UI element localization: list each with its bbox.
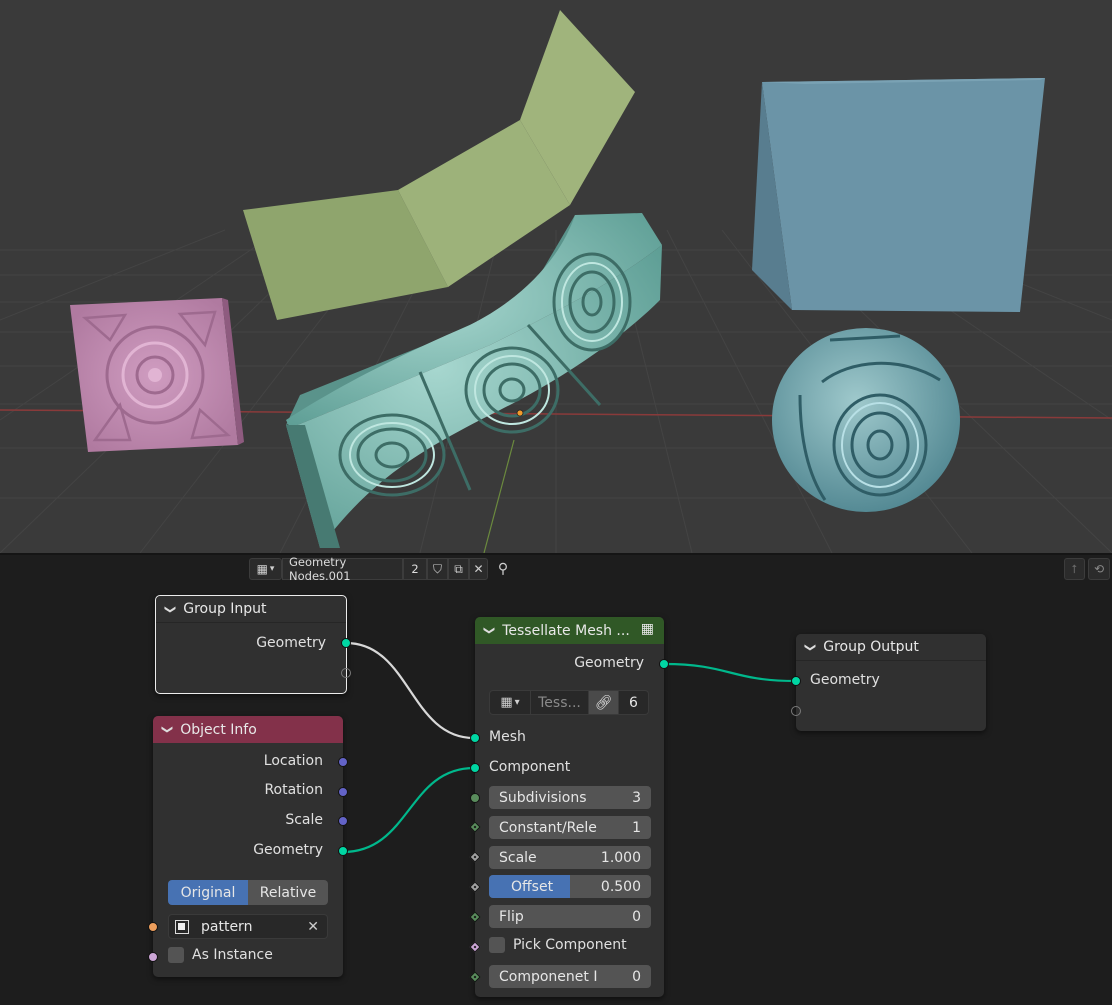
link-icon: 🔗︎ (594, 694, 613, 711)
node-editor[interactable]: ▦ ▾ Geometry Nodes.001 2 ⛉ ⧉ ✕ ⚲ ⭡ ⟲ ❯ Gr… (0, 555, 1112, 1005)
object-info-node[interactable]: ❯ Object Info Location Rotation Scale Ge… (148, 716, 348, 977)
socket-label: Rotation (264, 782, 323, 798)
3d-viewport[interactable] (0, 0, 1112, 553)
socket-label: Geometry (810, 672, 880, 688)
unlink-button[interactable]: ✕ (469, 558, 488, 580)
offset-slider[interactable]: Offset 0.500 (489, 875, 651, 898)
link-group-input-to-mesh (345, 641, 475, 740)
clear-object-icon[interactable]: ✕ (307, 919, 319, 935)
object-info-header[interactable]: ❯ Object Info (153, 716, 343, 743)
transform-original-button[interactable]: Original (168, 880, 248, 905)
node-group-selector[interactable]: ▦ ▾ Tess... 🔗︎ 6 (489, 690, 651, 715)
scale-field[interactable]: Scale 1.000 (489, 846, 651, 869)
node-title: Tessellate Mesh ... (502, 622, 630, 639)
object-name: pattern (201, 918, 253, 935)
group-output-header[interactable]: ❯ Group Output (796, 634, 986, 661)
pink-tile-object (70, 298, 244, 452)
transform-relative-button[interactable]: Relative (248, 880, 328, 905)
node-group-dropdown[interactable]: ▦ ▾ (489, 690, 531, 715)
subdivisions-field[interactable]: Subdivisions 3 (489, 786, 651, 809)
as-instance-checkbox[interactable]: As Instance (168, 947, 273, 963)
socket-label: Geometry (253, 842, 323, 858)
object-origin (516, 409, 524, 417)
link-object-geometry-to-component (342, 766, 475, 854)
user-count[interactable]: 2 (403, 558, 427, 580)
chevron-down-icon[interactable]: ❯ (483, 626, 496, 635)
socket-label: Mesh (489, 729, 526, 745)
component-input-socket[interactable] (470, 763, 480, 773)
cube-object (752, 78, 1045, 312)
node-title: Object Info (180, 721, 257, 738)
link-users-button[interactable]: 🔗︎ (589, 690, 619, 715)
rotation-output-socket[interactable] (338, 787, 348, 797)
chevron-down-icon: ▾ (269, 564, 275, 574)
virtual-output-socket[interactable] (341, 668, 351, 678)
object-icon (175, 919, 189, 934)
parent-node-tree-button[interactable]: ⭡ (1064, 558, 1085, 580)
object-field[interactable]: pattern ✕ (168, 914, 328, 939)
duplicate-button[interactable]: ⧉ (448, 558, 469, 580)
component-index-field[interactable]: Componenet I 0 (489, 965, 651, 988)
checkbox-box[interactable] (168, 947, 184, 963)
link-tessellate-to-group-output (663, 662, 797, 683)
tessellate-header[interactable]: ❯ Tessellate Mesh ... ▦ (475, 617, 664, 644)
pin-button[interactable]: ⚲ (492, 558, 514, 580)
snap-toggle[interactable]: ⟲ (1088, 558, 1110, 580)
chevron-down-icon: ▾ (514, 697, 520, 708)
node-tree-name: Geometry Nodes.001 (289, 555, 351, 583)
sphere-object (772, 328, 960, 512)
node-tree-type-dropdown[interactable]: ▦ ▾ (249, 558, 282, 580)
scale-output-socket[interactable] (338, 816, 348, 826)
node-tree-icon: ▦ (500, 695, 513, 710)
node-tree-icon: ▦ (256, 562, 268, 576)
pick-component-checkbox[interactable]: Pick Component (489, 937, 627, 953)
fake-user-button[interactable]: ⛉ (427, 558, 448, 580)
close-icon: ✕ (473, 562, 484, 576)
node-tree-name-field[interactable]: Geometry Nodes.001 (282, 555, 403, 583)
geometry-output-socket[interactable] (338, 846, 348, 856)
group-user-count[interactable]: 6 (619, 690, 649, 715)
location-output-socket[interactable] (338, 757, 348, 767)
node-group-icon: ▦ (640, 621, 654, 637)
flip-field[interactable]: Flip 0 (489, 905, 651, 928)
group-input-header[interactable]: ❯ Group Input (156, 596, 346, 623)
geometry-input-socket[interactable] (791, 676, 801, 686)
group-output-node[interactable]: ❯ Group Output Geometry (791, 634, 986, 731)
subdivisions-input-socket[interactable] (470, 793, 480, 803)
magnet-icon: ⟲ (1093, 562, 1105, 576)
viewport-scene (0, 10, 1112, 553)
chevron-down-icon[interactable]: ❯ (164, 604, 177, 613)
socket-label: Geometry (256, 635, 326, 651)
checkbox-box[interactable] (489, 937, 505, 953)
constant-relative-field[interactable]: Constant/Rele 1 (489, 816, 651, 839)
node-title: Group Input (183, 601, 267, 617)
socket-label: Location (263, 753, 323, 769)
object-input-socket[interactable] (148, 922, 158, 932)
socket-label: Scale (285, 812, 323, 828)
geometry-output-socket[interactable] (659, 659, 669, 669)
as-instance-input-socket[interactable] (148, 952, 158, 962)
socket-label: Geometry (574, 655, 644, 671)
virtual-input-socket[interactable] (791, 706, 801, 716)
arrow-up-icon: ⭡ (1071, 561, 1078, 576)
geometry-output-socket[interactable] (341, 638, 351, 648)
mesh-input-socket[interactable] (470, 733, 480, 743)
node-title: Group Output (823, 639, 919, 655)
chevron-down-icon[interactable]: ❯ (804, 642, 817, 651)
group-input-node[interactable]: ❯ Group Input Geometry (155, 595, 351, 694)
node-group-name[interactable]: Tess... (531, 690, 589, 715)
socket-label: Component (489, 759, 571, 775)
duplicate-icon: ⧉ (454, 561, 463, 576)
shield-icon: ⛉ (432, 561, 442, 576)
pin-icon: ⚲ (497, 561, 509, 577)
relationship-line (483, 439, 515, 553)
chevron-down-icon[interactable]: ❯ (161, 725, 174, 734)
tessellate-mesh-node[interactable]: ❯ Tessellate Mesh ... ▦ Geometry ▦ ▾ Tess… (469, 617, 669, 997)
